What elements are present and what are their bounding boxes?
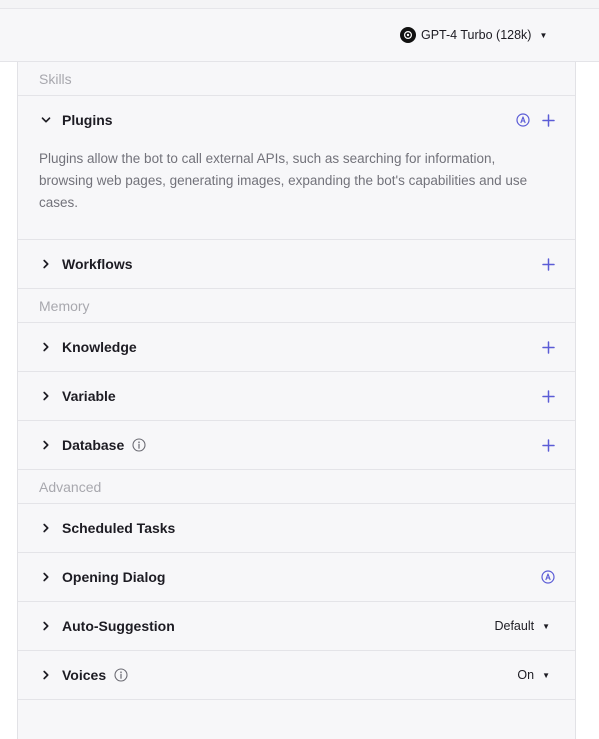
add-workflow-icon[interactable] bbox=[541, 257, 555, 271]
chevron-right-icon[interactable] bbox=[40, 620, 52, 632]
chevron-right-icon[interactable] bbox=[40, 390, 52, 402]
add-plugin-icon[interactable] bbox=[541, 113, 555, 127]
voices-label: Voices bbox=[62, 667, 107, 683]
voices-value: On bbox=[517, 668, 535, 682]
row-knowledge[interactable]: Knowledge bbox=[18, 323, 575, 372]
database-label: Database bbox=[62, 437, 125, 453]
model-selector[interactable]: GPT-4 Turbo (128k) ▼ bbox=[400, 24, 547, 46]
chevron-right-icon[interactable] bbox=[40, 439, 52, 451]
chevron-right-icon[interactable] bbox=[40, 571, 52, 583]
chevron-right-icon[interactable] bbox=[40, 341, 52, 353]
row-workflows[interactable]: Workflows bbox=[18, 240, 575, 289]
info-icon[interactable] bbox=[114, 668, 128, 682]
workflows-title: Workflows bbox=[62, 256, 133, 272]
plugins-description: Plugins allow the bot to call external A… bbox=[39, 151, 528, 210]
scheduled-tasks-title: Scheduled Tasks bbox=[62, 520, 176, 536]
voices-select[interactable]: On ▼ bbox=[517, 668, 550, 682]
top-strip bbox=[0, 0, 599, 9]
plugins-title: Plugins bbox=[62, 112, 113, 128]
caret-down-icon: ▼ bbox=[542, 670, 550, 680]
chevron-right-icon[interactable] bbox=[40, 258, 52, 270]
row-database[interactable]: Database bbox=[18, 421, 575, 470]
auto-suggestion-value: Default bbox=[494, 619, 535, 633]
chevron-right-icon[interactable] bbox=[40, 669, 52, 681]
caret-down-icon: ▼ bbox=[539, 30, 548, 40]
row-auto-suggestion[interactable]: Auto-Suggestion Default ▼ bbox=[18, 602, 575, 651]
plugins-label: Plugins bbox=[62, 112, 113, 128]
bot-config-panel: Skills Plugins Plugins allow the bot to … bbox=[17, 62, 576, 739]
plugins-section: Plugins Plugins allow the bot to call ex… bbox=[18, 96, 575, 240]
database-title: Database bbox=[62, 437, 146, 453]
caret-down-icon: ▼ bbox=[542, 621, 550, 631]
auto-mode-icon[interactable] bbox=[515, 113, 530, 128]
add-variable-icon[interactable] bbox=[541, 389, 555, 403]
row-voices[interactable]: Voices On ▼ bbox=[18, 651, 575, 700]
section-label-skills: Skills bbox=[18, 62, 575, 96]
openai-logo-icon bbox=[400, 27, 416, 43]
row-scheduled-tasks[interactable]: Scheduled Tasks bbox=[18, 504, 575, 553]
add-knowledge-icon[interactable] bbox=[541, 340, 555, 354]
plugins-header[interactable]: Plugins bbox=[18, 96, 575, 144]
auto-suggestion-select[interactable]: Default ▼ bbox=[494, 619, 550, 633]
row-variable[interactable]: Variable bbox=[18, 372, 575, 421]
knowledge-title: Knowledge bbox=[62, 339, 137, 355]
voices-title: Voices bbox=[62, 667, 128, 683]
header-bar: GPT-4 Turbo (128k) ▼ bbox=[0, 9, 599, 62]
info-icon[interactable] bbox=[132, 438, 146, 452]
auto-suggestion-title: Auto-Suggestion bbox=[62, 618, 175, 634]
opening-dialog-title: Opening Dialog bbox=[62, 569, 166, 585]
auto-mode-icon[interactable] bbox=[540, 570, 555, 585]
chevron-right-icon[interactable] bbox=[40, 522, 52, 534]
row-opening-dialog[interactable]: Opening Dialog bbox=[18, 553, 575, 602]
section-label-memory: Memory bbox=[18, 289, 575, 323]
variable-title: Variable bbox=[62, 388, 116, 404]
chevron-down-icon[interactable] bbox=[40, 114, 52, 126]
section-label-advanced: Advanced bbox=[18, 470, 575, 504]
model-name: GPT-4 Turbo (128k) bbox=[421, 28, 532, 42]
add-database-icon[interactable] bbox=[541, 438, 555, 452]
